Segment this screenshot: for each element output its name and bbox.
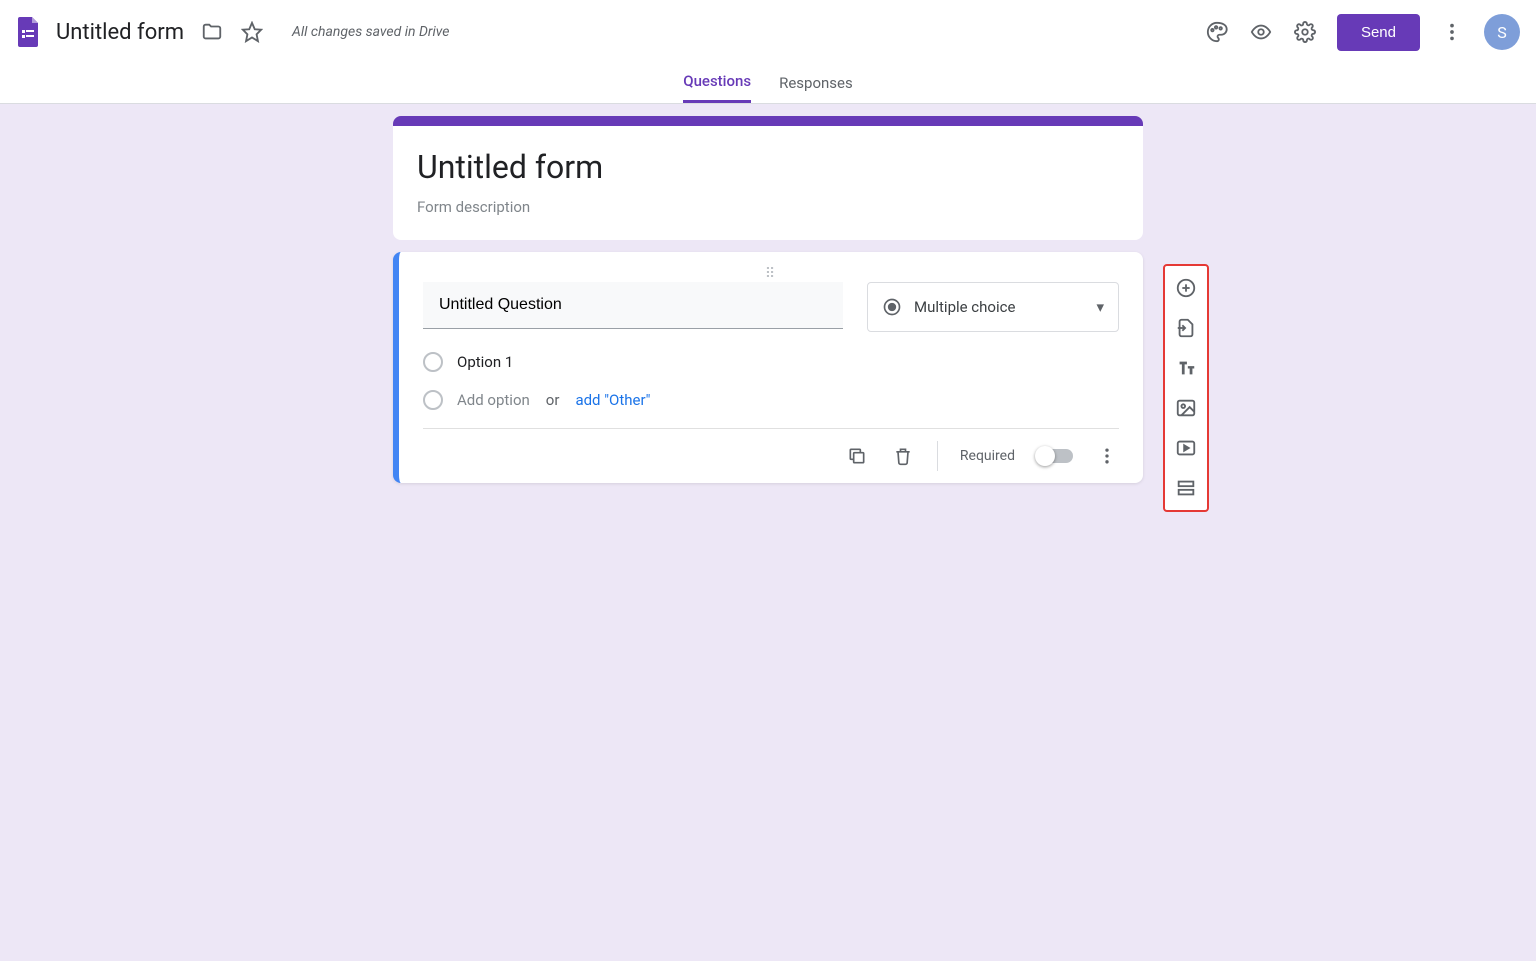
form-header-card[interactable]: Untitled form Form description	[393, 116, 1143, 240]
required-toggle[interactable]	[1037, 449, 1073, 463]
add-section-icon[interactable]	[1174, 476, 1198, 500]
or-text: or	[546, 391, 560, 409]
add-video-icon[interactable]	[1174, 436, 1198, 460]
drag-handle-icon[interactable]: ⠿	[423, 266, 1119, 278]
more-menu-icon[interactable]	[1440, 20, 1464, 44]
duplicate-icon[interactable]	[845, 444, 869, 468]
preview-icon[interactable]	[1249, 20, 1273, 44]
question-footer: Required	[423, 428, 1119, 471]
separator	[937, 441, 938, 471]
add-option-row: Add option or add "Other"	[423, 390, 1119, 410]
add-title-icon[interactable]	[1174, 356, 1198, 380]
tab-questions[interactable]: Questions	[683, 64, 751, 103]
settings-icon[interactable]	[1293, 20, 1317, 44]
import-questions-icon[interactable]	[1174, 316, 1198, 340]
options-area: Option 1 Add option or add "Other"	[423, 352, 1119, 410]
floating-toolbar	[1163, 264, 1209, 512]
question-more-icon[interactable]	[1095, 444, 1119, 468]
header-right: Send S	[1205, 14, 1520, 51]
send-button[interactable]: Send	[1337, 14, 1420, 51]
question-title-input[interactable]	[423, 282, 843, 329]
form-description-input[interactable]: Form description	[417, 198, 1119, 216]
palette-icon[interactable]	[1205, 20, 1229, 44]
radio-icon	[423, 390, 443, 410]
question-type-select[interactable]: Multiple choice ▾	[867, 282, 1119, 332]
form-title-input[interactable]: Untitled form	[417, 148, 1119, 186]
move-to-folder-icon[interactable]	[200, 20, 224, 44]
app-header: Untitled form All changes saved in Drive…	[0, 0, 1536, 64]
add-question-icon[interactable]	[1174, 276, 1198, 300]
delete-icon[interactable]	[891, 444, 915, 468]
add-other-link[interactable]: add "Other"	[575, 391, 650, 409]
option-label[interactable]: Option 1	[457, 353, 513, 371]
add-image-icon[interactable]	[1174, 396, 1198, 420]
tab-bar: Questions Responses	[0, 64, 1536, 104]
question-card[interactable]: ⠿ Multiple choice ▾ Option 1 Add option …	[393, 252, 1143, 483]
save-status: All changes saved in Drive	[292, 24, 449, 40]
caret-down-icon: ▾	[1096, 298, 1104, 316]
radio-icon	[423, 352, 443, 372]
add-option-link[interactable]: Add option	[457, 391, 530, 409]
editor-canvas: Untitled form Form description ⠿ Multipl…	[0, 104, 1536, 961]
account-avatar[interactable]: S	[1484, 14, 1520, 50]
question-header-row: Multiple choice ▾	[423, 282, 1119, 332]
radio-icon	[882, 297, 902, 317]
required-label: Required	[960, 448, 1015, 464]
option-row[interactable]: Option 1	[423, 352, 1119, 372]
header-left: Untitled form All changes saved in Drive	[16, 18, 1205, 46]
forms-logo-icon[interactable]	[16, 18, 40, 46]
star-icon[interactable]	[240, 20, 264, 44]
question-type-label: Multiple choice	[914, 298, 1015, 316]
tab-responses[interactable]: Responses	[779, 64, 853, 103]
document-title[interactable]: Untitled form	[56, 20, 184, 45]
